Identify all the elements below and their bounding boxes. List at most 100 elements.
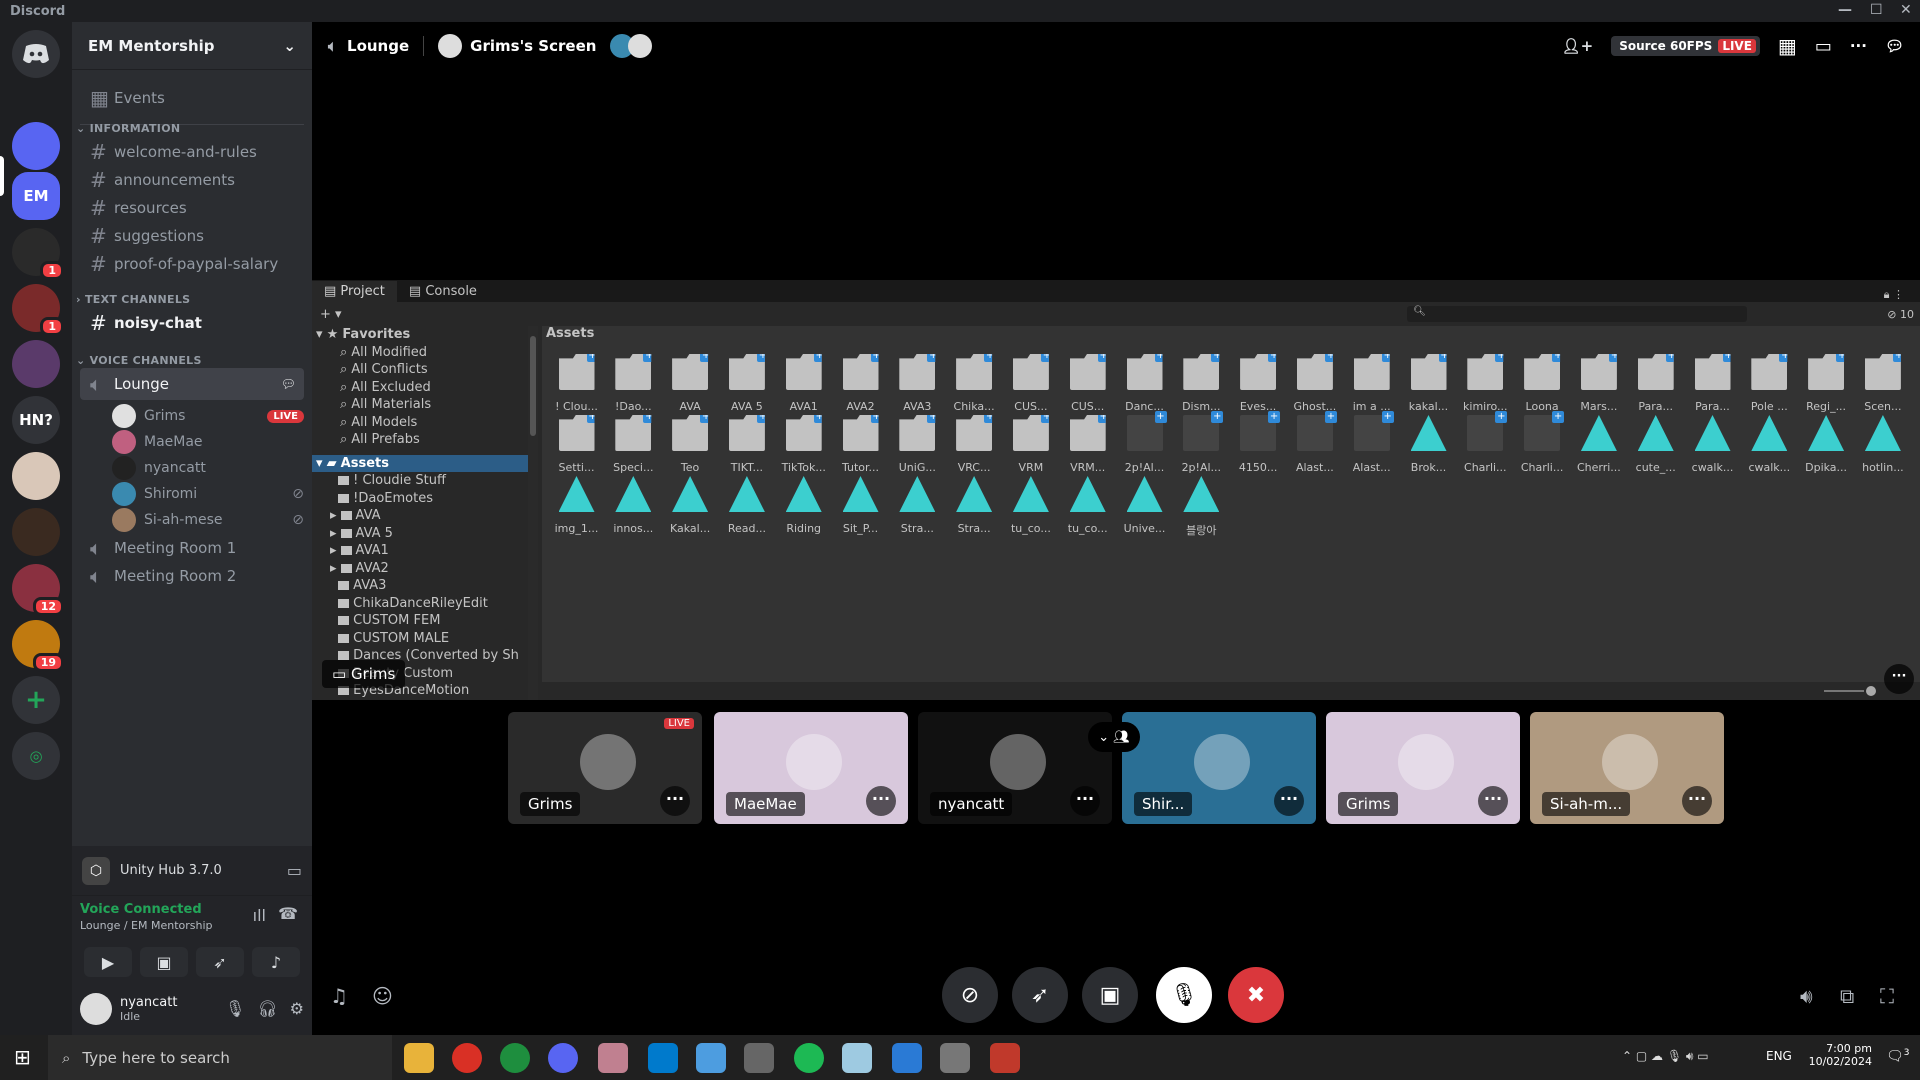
voice-channel-meeting-room-2[interactable]: 🔈︎ Meeting Room 2 [80,560,304,592]
server-icon[interactable]: HN? [12,396,60,444]
taskbar-search[interactable]: ⌕ Type here to search [48,1035,392,1080]
asset-tile[interactable]: + img_1... [548,468,605,542]
more-options-icon[interactable]: ··· [1850,37,1867,55]
asset-tile[interactable]: + Alast... [1286,407,1343,481]
disconnect-icon[interactable]: ☎ [278,904,298,923]
notification-icon[interactable]: 🗨︎3 [1886,1048,1910,1065]
maximize-button[interactable]: ☐ [1870,2,1883,18]
minimize-button[interactable]: — [1838,2,1852,18]
popout-icon[interactable]: ▭ [1815,36,1832,57]
tree-folder[interactable]: ▸ AVA [312,507,528,525]
tree-folder[interactable]: ▸ AVA2 [312,560,528,578]
activities-button[interactable]: ➶ [196,947,244,977]
explore-icon[interactable]: ◎ [12,732,60,780]
favorite-item[interactable]: ⌕ All Excluded [312,379,528,397]
category-voice-channels[interactable]: ⌄ VOICE CHANNELS [76,354,202,367]
server-icon[interactable] [12,452,60,500]
asset-tile[interactable]: + Sit_P... [832,468,889,542]
chat-icon[interactable]: 💬︎ [1885,37,1904,55]
asset-tile[interactable]: + Cherri... [1570,407,1627,481]
server-icon[interactable]: 12 [12,564,64,616]
tray-icons[interactable]: ⌃ ▢ ☁ 🎙︎ 🔊︎ ▭ [1622,1049,1709,1064]
app-icon[interactable] [598,1043,628,1073]
favorite-item[interactable]: ⌕ All Models [312,414,528,432]
hidden-packages-icon[interactable]: ⊘ 10 [1887,308,1914,321]
fullscreen-icon[interactable]: ⛶ [1880,984,1894,1008]
category-information[interactable]: ⌄ INFORMATION [76,122,180,135]
asset-tile[interactable]: + hotlin... [1854,407,1911,481]
asset-tile[interactable]: + cute_... [1627,407,1684,481]
stream-quality-badge[interactable]: Source 60FPS LIVE [1611,36,1760,56]
paint-icon[interactable] [892,1043,922,1073]
camera-off-button[interactable]: ⊘ [942,967,998,1023]
tree-folder[interactable]: ! Cloudie Stuff [312,472,528,490]
add-user-icon[interactable]: 👤︎+ [1562,37,1594,55]
leave-call-button[interactable]: ✖ [1228,967,1284,1023]
asset-tile[interactable]: + tu_co... [1059,468,1116,542]
tree-folder[interactable]: ▸ AVA 5 [312,525,528,543]
search-input[interactable]: 🔍︎ [1407,306,1748,322]
winrar-icon[interactable] [990,1043,1020,1073]
participant-tile[interactable]: Shir... ··· [1122,712,1316,824]
camera-button[interactable]: ▶ [84,947,132,977]
discord-icon[interactable] [548,1043,578,1073]
asset-tile[interactable]: + Riding [775,468,832,542]
tree-folder[interactable]: !DaoEmotes [312,490,528,508]
participant-tile[interactable]: MaeMae ··· [714,712,908,824]
more-button[interactable]: ··· [866,786,896,816]
popout-window-icon[interactable]: ⧉ [1840,984,1854,1008]
collapse-tiles-button[interactable]: ⌄ 👥︎ [1088,722,1140,752]
voice-location[interactable]: Lounge / EM Mentorship [80,919,304,932]
discord-home-icon[interactable] [12,30,60,78]
gear-icon[interactable]: ⚙ [290,999,304,1018]
activity-rocket-button[interactable]: ➶ [1012,967,1068,1023]
blender-icon[interactable] [696,1043,726,1073]
voice-connected-label[interactable]: Voice Connected [80,902,304,917]
vscode-icon[interactable] [648,1043,678,1073]
favorite-item[interactable]: ⌕ All Materials [312,396,528,414]
asset-tile[interactable]: + Alast... [1343,407,1400,481]
unity-icon[interactable] [744,1043,774,1073]
server-header[interactable]: EM Mentorship ⌄ [72,22,312,70]
language-indicator[interactable]: ENG [1766,1049,1792,1063]
server-icon[interactable]: 19 [12,620,64,672]
stream-more-button[interactable]: ··· [1884,664,1914,694]
asset-tile[interactable]: + Brok... [1400,407,1457,481]
asset-tile[interactable]: + cwalk... [1741,407,1798,481]
asset-tile[interactable]: + Stra... [889,468,946,542]
unity-hub-taskbar-icon[interactable] [940,1043,970,1073]
tab-console[interactable]: ▤ Console [397,281,489,302]
asset-tile[interactable]: + innos... [605,468,662,542]
more-button[interactable]: ··· [1478,786,1508,816]
tree-folder[interactable]: AVA3 [312,577,528,595]
lock-icon[interactable]: 🔒︎ ⋮ [1884,288,1904,302]
favorite-item[interactable]: ⌕ All Conflicts [312,361,528,379]
microphone-icon[interactable]: 🎙︎ [225,999,245,1018]
asset-tile[interactable]: + Dpika... [1798,407,1855,481]
close-window-button[interactable]: ✕ [1900,2,1912,18]
add-asset-icon[interactable]: + ▾ [320,307,342,322]
asset-tile[interactable]: + Charli... [1514,407,1571,481]
share-screen-button[interactable]: ▣ [140,947,188,977]
noise-suppression-icon[interactable]: ıll [253,906,266,925]
favorite-item[interactable]: ⌕ All Prefabs [312,431,528,449]
server-icon[interactable]: EM [12,172,60,220]
microphone-button[interactable]: 🎙︎ [1156,967,1212,1023]
file-explorer-icon[interactable] [404,1043,434,1073]
tree-folder[interactable]: CUSTOM FEM [312,612,528,630]
category-text-channels[interactable]: › TEXT CHANNELS [76,293,190,306]
channel-proof-of-paypal-salary[interactable]: # proof-of-paypal-salary [80,248,304,280]
server-icon[interactable] [12,508,60,556]
asset-tile[interactable]: + cwalk... [1684,407,1741,481]
assets-breadcrumb[interactable]: Assets [542,326,1920,342]
clock[interactable]: 7:00 pm 10/02/2024 [1800,1042,1872,1068]
channel-noisy-chat[interactable]: # noisy-chat [80,307,304,339]
viewer-avatar[interactable] [628,34,653,58]
participant-tile[interactable]: nyancatt ··· [918,712,1112,824]
more-button[interactable]: ··· [1682,786,1712,816]
asset-tile[interactable]: + Stra... [946,468,1003,542]
asset-tile[interactable]: +4150... [1230,407,1287,481]
notes-icon[interactable] [842,1043,872,1073]
tree-scrollbar[interactable] [528,326,538,700]
tree-folder[interactable]: CUSTOM MALE [312,630,528,648]
